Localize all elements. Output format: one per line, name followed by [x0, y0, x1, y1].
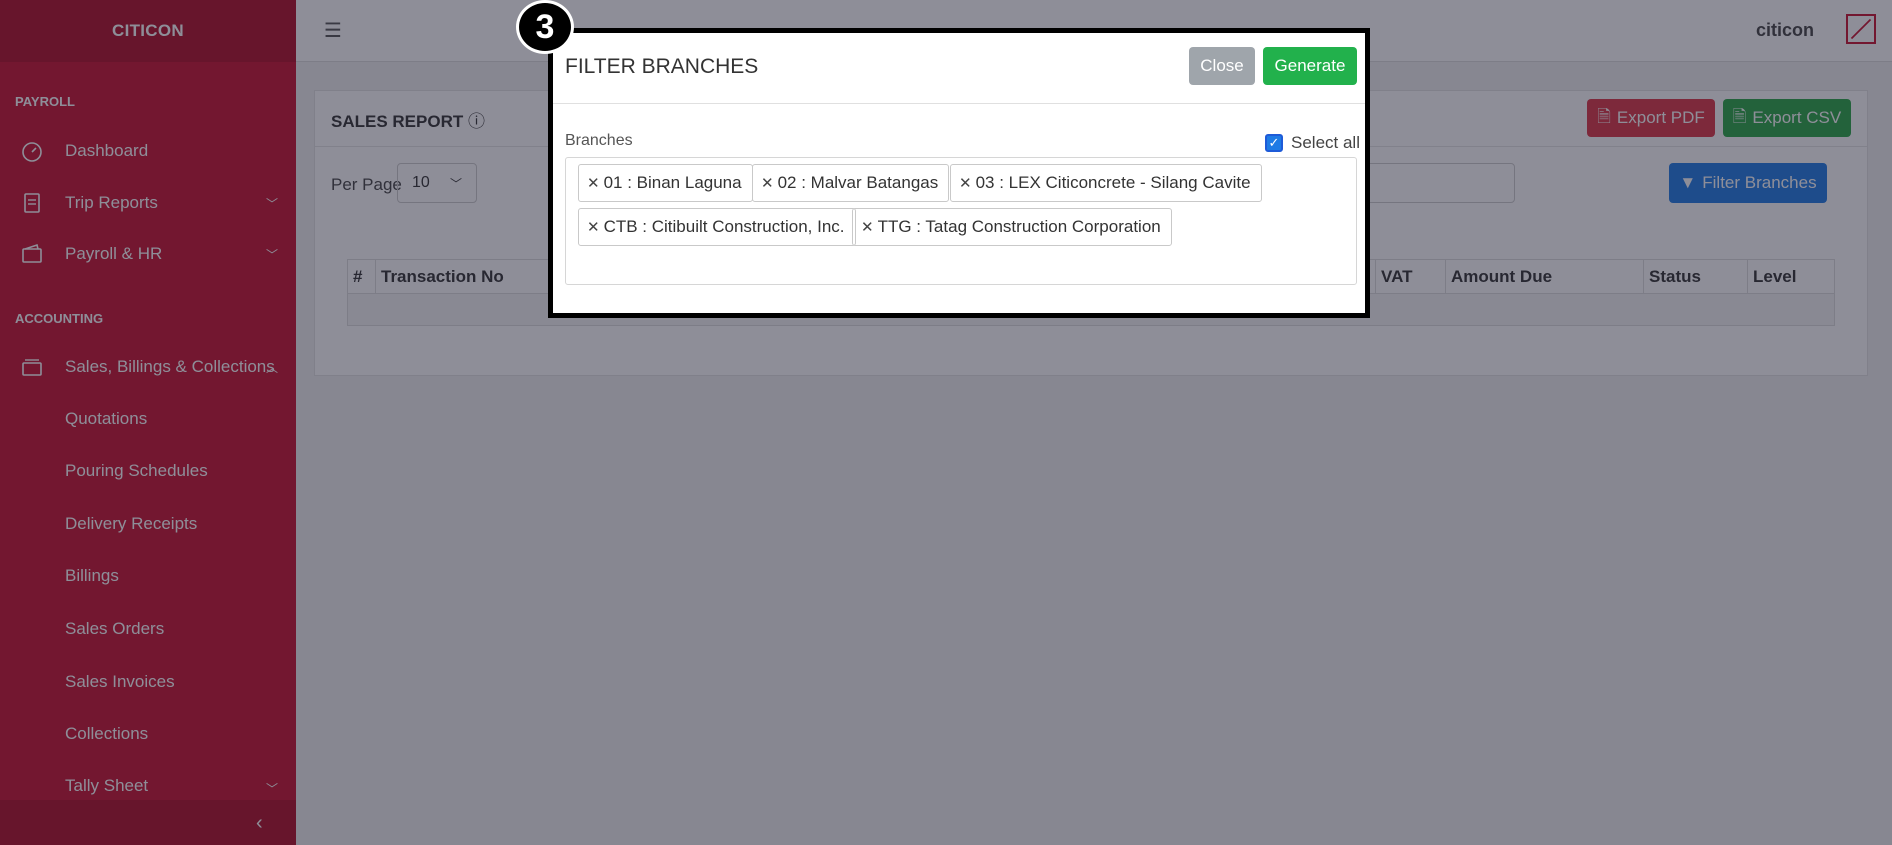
modal-title: FILTER BRANCHES [565, 55, 759, 78]
remove-tag-icon[interactable]: ✕ [761, 174, 774, 192]
branch-tag: ✕ 03 : LEX Citiconcrete - Silang Cavite [950, 164, 1262, 202]
branches-multiselect[interactable]: ✕ 01 : Binan Laguna ✕ 02 : Malvar Batangas… [565, 157, 1357, 285]
remove-tag-icon[interactable]: ✕ [861, 218, 874, 236]
remove-tag-icon[interactable]: ✕ [587, 218, 600, 236]
divider [553, 103, 1365, 104]
filter-branches-modal: FILTER BRANCHES Close Generate Branches … [548, 28, 1370, 318]
close-button[interactable]: Close [1189, 47, 1255, 85]
select-all-label: Select all [1291, 133, 1360, 152]
branches-label: Branches [565, 132, 633, 149]
branch-tag: ✕ TTG : Tatag Construction Corporation [852, 208, 1172, 246]
select-all-checkbox[interactable]: ✓ Select all [1265, 133, 1360, 153]
branch-tag: ✕ CTB : Citibuilt Construction, Inc. [578, 208, 856, 246]
branch-tag: ✕ 01 : Binan Laguna [578, 164, 753, 202]
step-number-badge: 3 [516, 0, 574, 54]
generate-button[interactable]: Generate [1263, 47, 1357, 85]
branch-tag: ✕ 02 : Malvar Batangas [752, 164, 950, 202]
checkbox-checked-icon[interactable]: ✓ [1265, 134, 1283, 152]
remove-tag-icon[interactable]: ✕ [959, 174, 972, 192]
remove-tag-icon[interactable]: ✕ [587, 174, 600, 192]
